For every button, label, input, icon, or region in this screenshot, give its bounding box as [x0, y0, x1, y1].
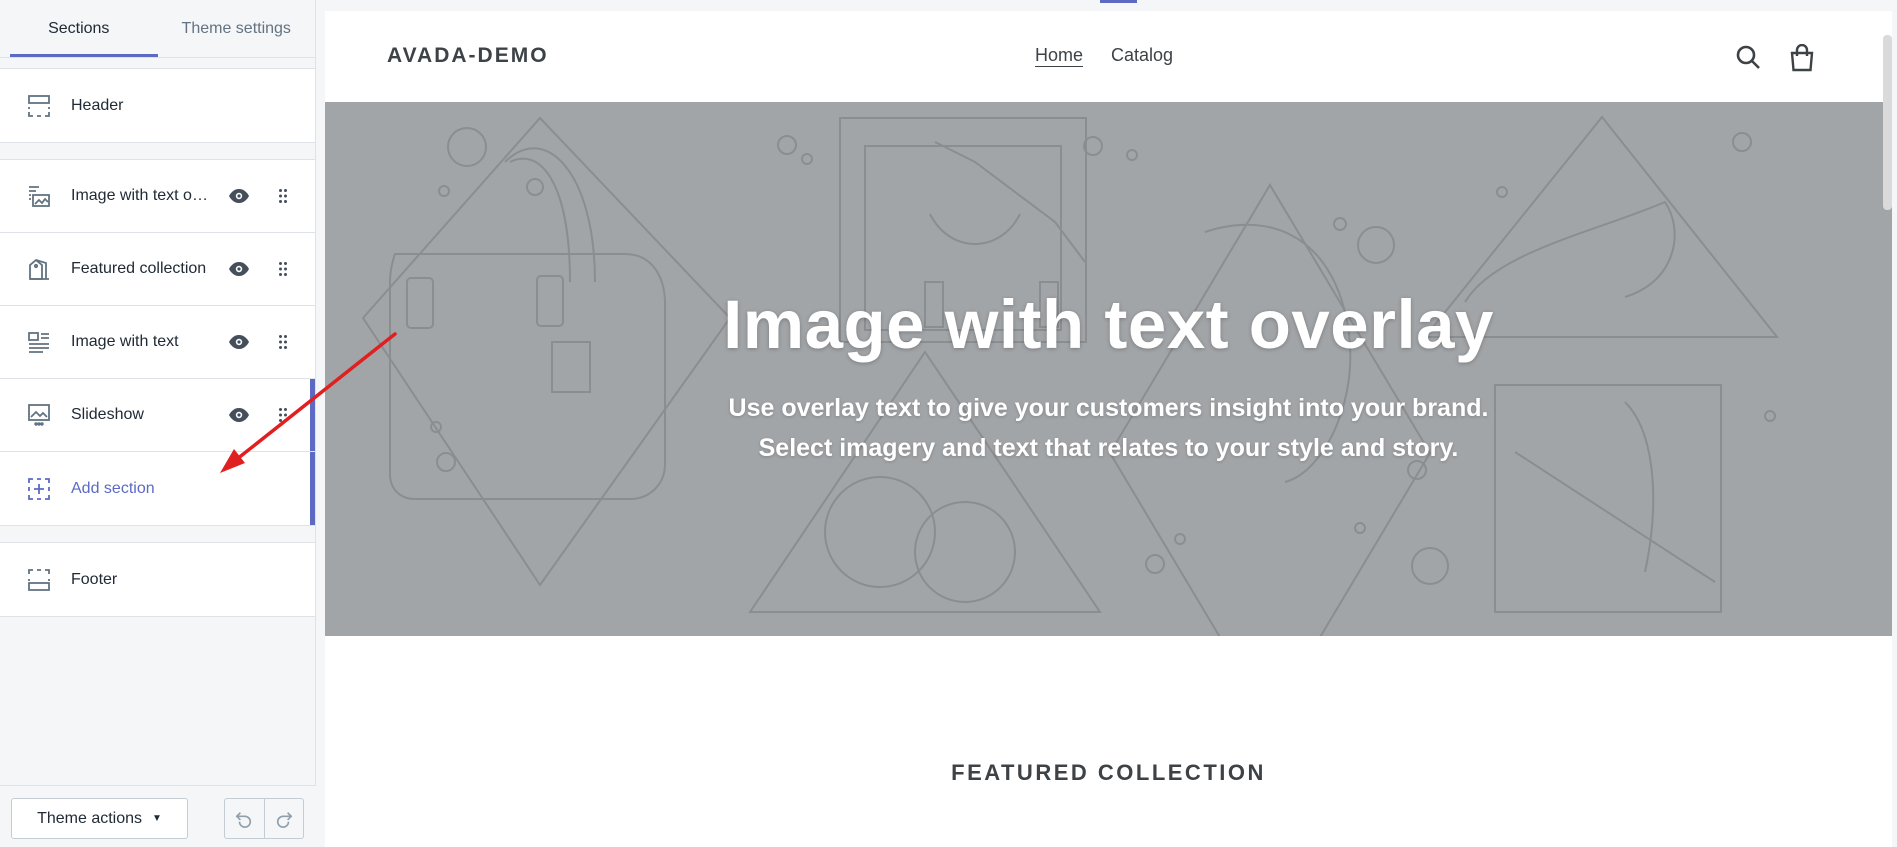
hero-subtitle: Use overlay text to give your customers … [325, 388, 1892, 468]
undo-redo-group [224, 798, 304, 839]
section-item-footer[interactable]: Footer [0, 543, 315, 616]
add-section-button[interactable]: Add section [0, 452, 315, 525]
drag-handle-icon[interactable] [271, 403, 295, 427]
header-layout-icon [26, 93, 52, 119]
add-section-icon [26, 476, 52, 502]
featured-collection-heading: FEATURED COLLECTION [951, 760, 1266, 785]
store-header: AVADA-DEMO Home Catalog [325, 11, 1892, 102]
add-section-label: Add section [71, 479, 155, 497]
eye-icon[interactable] [227, 330, 251, 354]
eye-icon[interactable] [227, 184, 251, 208]
slideshow-icon [26, 402, 52, 428]
hero-text-block: Image with text overlay Use overlay text… [325, 285, 1892, 468]
drag-handle-icon[interactable] [271, 257, 295, 281]
redo-button[interactable] [265, 799, 304, 838]
tab-sections[interactable]: Sections [0, 0, 158, 57]
hero-subtitle-line-2: Select imagery and text that relates to … [758, 434, 1459, 462]
drag-handle-icon[interactable] [271, 184, 295, 208]
collection-icon [26, 256, 52, 282]
store-nav: Home Catalog [1035, 45, 1173, 66]
footer-layout-icon [26, 567, 52, 593]
section-item-header[interactable]: Header [0, 69, 315, 142]
section-label: Slideshow [71, 406, 144, 423]
image-with-text-overlay-section[interactable]: Image with text overlay Use overlay text… [325, 102, 1892, 636]
theme-actions-button[interactable]: Theme actions ▼ [11, 798, 188, 839]
eye-icon[interactable] [227, 257, 251, 281]
section-item-image-with-text[interactable]: Image with text [0, 306, 315, 379]
section-item-slideshow[interactable]: Slideshow [0, 379, 315, 452]
store-preview: AVADA-DEMO Home Catalog Image with text … [325, 11, 1892, 847]
section-label: Image with text overlay [71, 187, 213, 204]
preview-scrollbar[interactable] [1883, 35, 1892, 210]
nav-link-catalog[interactable]: Catalog [1111, 45, 1173, 66]
sidebar-footer-bar: Theme actions ▼ [0, 785, 316, 847]
section-item-image-with-text-overlay[interactable]: Image with text overlay [0, 160, 315, 233]
tab-theme-settings[interactable]: Theme settings [158, 0, 316, 57]
section-item-featured-collection[interactable]: Featured collection [0, 233, 315, 306]
eye-icon[interactable] [227, 403, 251, 427]
redo-icon [276, 811, 293, 828]
drag-handle-icon[interactable] [271, 330, 295, 354]
image-text-overlay-icon [26, 183, 52, 209]
image-with-text-icon [26, 329, 52, 355]
hero-subtitle-line-1: Use overlay text to give your customers … [728, 394, 1489, 422]
theme-editor-sidebar: Sections Theme settings Header Image wit… [0, 0, 316, 847]
cart-icon[interactable] [1789, 43, 1817, 72]
theme-actions-label: Theme actions [37, 809, 143, 827]
sidebar-tabs: Sections Theme settings [0, 0, 315, 58]
section-label: Header [71, 96, 124, 114]
section-label: Featured collection [71, 260, 207, 277]
caret-down-icon: ▼ [152, 813, 162, 824]
footer-group: Footer [0, 542, 315, 617]
search-icon[interactable] [1735, 44, 1763, 72]
store-logo[interactable]: AVADA-DEMO [387, 44, 549, 68]
undo-icon [235, 811, 252, 828]
hero-title: Image with text overlay [723, 286, 1494, 363]
sections-group: Image with text overlay Featured collect… [0, 159, 315, 526]
undo-button[interactable] [225, 799, 265, 838]
nav-link-home[interactable]: Home [1035, 45, 1083, 66]
header-group: Header [0, 68, 315, 143]
section-label: Image with text [71, 333, 179, 350]
preview-indicator [1100, 0, 1137, 3]
section-label: Footer [71, 570, 118, 588]
